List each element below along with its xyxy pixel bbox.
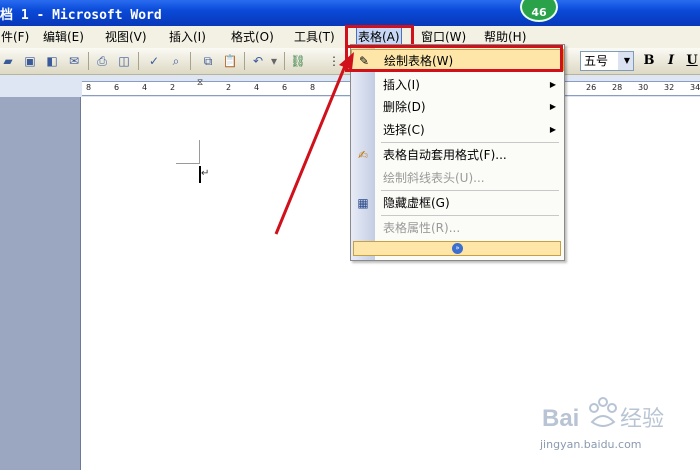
svg-text:经验: 经验	[620, 407, 664, 432]
annotation-arrow-head	[339, 52, 354, 70]
annotation-arrow-line	[274, 65, 347, 235]
svg-text:Bai: Bai	[542, 405, 579, 432]
watermark-url: jingyan.baidu.com	[540, 438, 642, 451]
